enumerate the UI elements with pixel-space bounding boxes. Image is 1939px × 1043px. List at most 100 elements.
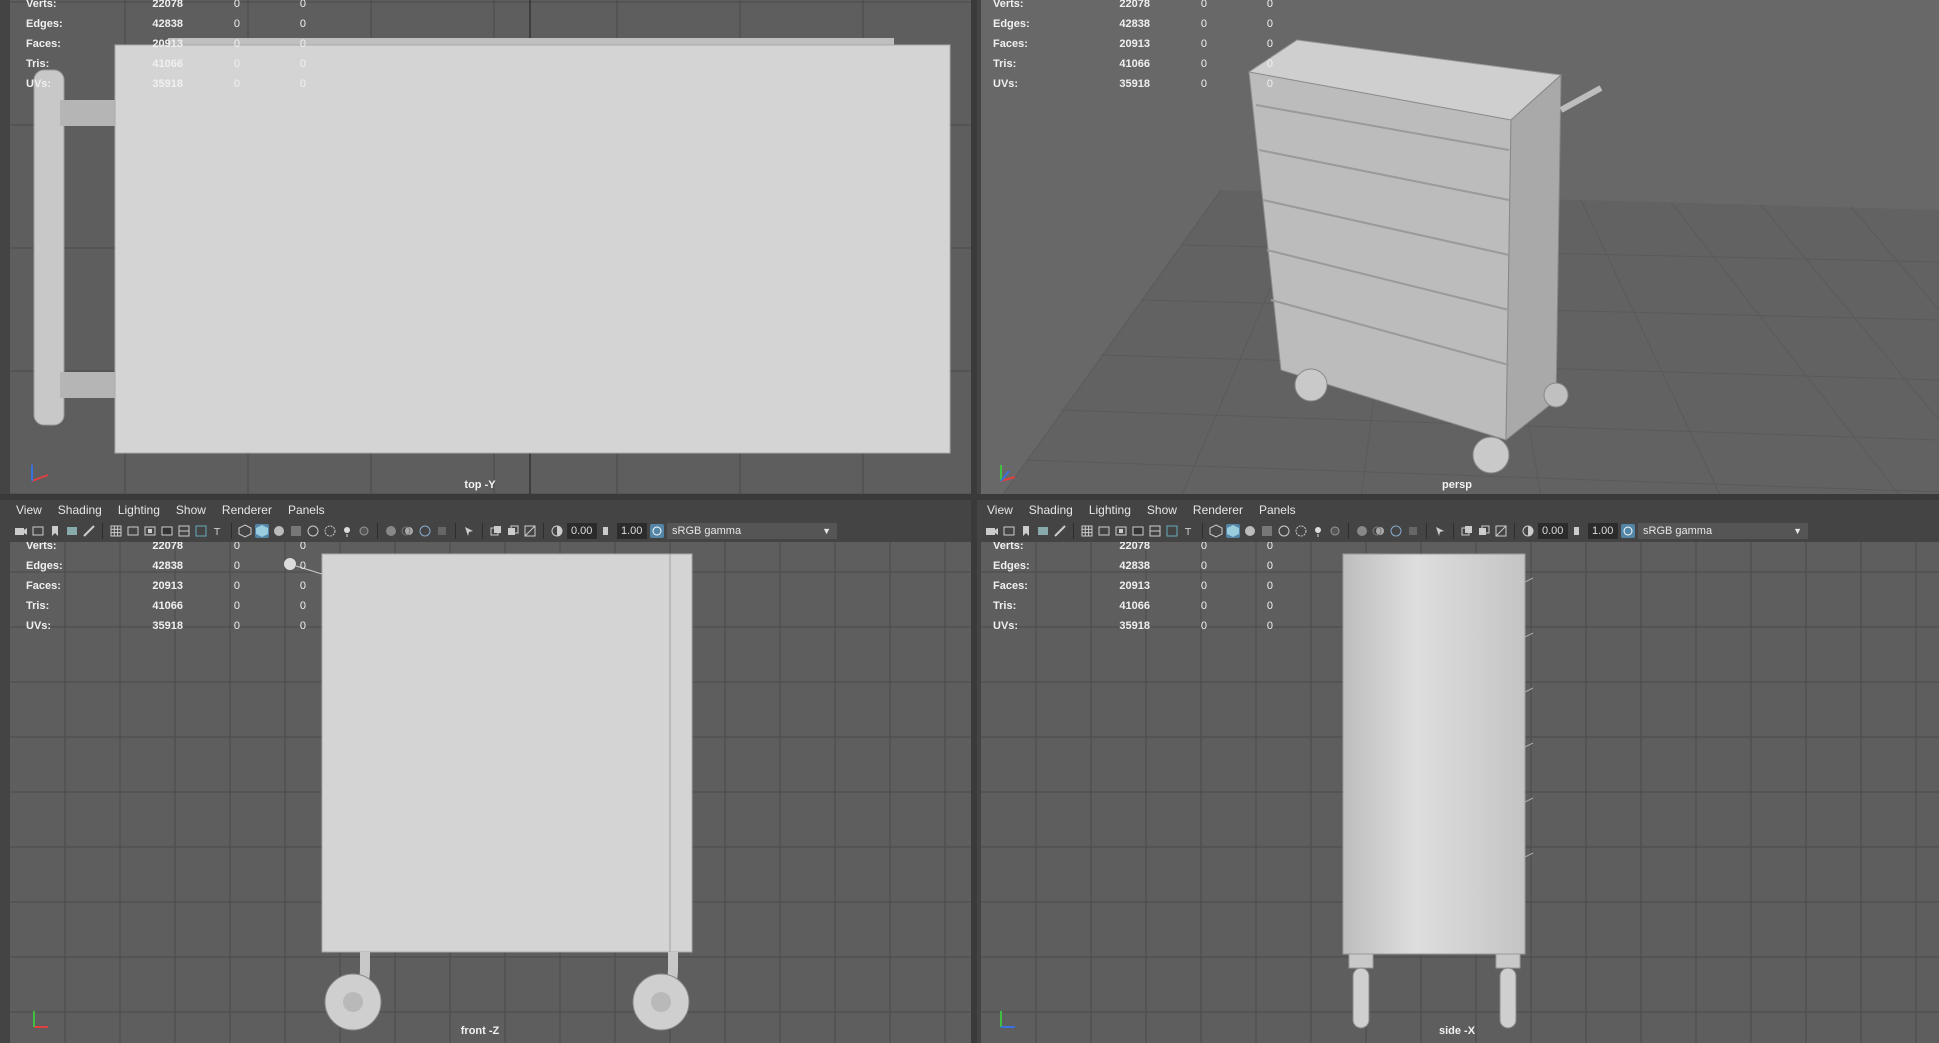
textured-icon[interactable] xyxy=(1260,524,1274,538)
isolate-select-icon[interactable] xyxy=(1433,524,1447,538)
xray-active-icon[interactable] xyxy=(506,524,520,538)
menu-shading[interactable]: Shading xyxy=(1021,503,1081,517)
menu-show[interactable]: Show xyxy=(168,503,214,517)
menu-panels[interactable]: Panels xyxy=(280,503,333,517)
isolate-select-icon[interactable] xyxy=(462,524,476,538)
hud-row: Faces: 20913 0 0 xyxy=(26,38,306,50)
depth-of-field-icon[interactable] xyxy=(1406,524,1420,538)
color-management-icon[interactable] xyxy=(650,524,664,538)
image-plane-icon[interactable] xyxy=(65,524,79,538)
motion-blur-icon[interactable] xyxy=(401,524,415,538)
menu-renderer[interactable]: Renderer xyxy=(1185,503,1251,517)
use-all-lights-icon[interactable] xyxy=(1311,524,1325,538)
xray-joints-icon[interactable] xyxy=(1460,524,1474,538)
viewport-panel-front[interactable]: View Shading Lighting Show Renderer Pane… xyxy=(0,497,975,1043)
menu-renderer[interactable]: Renderer xyxy=(214,503,280,517)
xray-joints-icon[interactable] xyxy=(489,524,503,538)
film-gate-icon[interactable] xyxy=(1097,524,1111,538)
safe-title-icon[interactable]: T xyxy=(211,524,225,538)
smooth-shade-icon[interactable] xyxy=(1226,524,1240,538)
exposure-icon[interactable] xyxy=(550,524,564,538)
wireframe-on-shaded-icon[interactable] xyxy=(323,524,337,538)
viewport-persp[interactable]: Verts: 22078 0 0 Edges: 42838 0 0 Faces: 20913 0… xyxy=(981,0,1939,497)
bookmark-icon[interactable] xyxy=(1019,524,1033,538)
svg-text:T: T xyxy=(1184,527,1192,538)
xray-icon[interactable] xyxy=(306,524,320,538)
resolution-gate-icon[interactable] xyxy=(143,524,157,538)
gate-mask-icon[interactable] xyxy=(160,524,174,538)
safe-action-icon[interactable] xyxy=(1165,524,1179,538)
camera-attributes-icon[interactable] xyxy=(1002,524,1016,538)
gamma-icon[interactable] xyxy=(600,524,614,538)
camera-icon[interactable] xyxy=(985,524,999,538)
exposure-field[interactable]: 0.00 xyxy=(567,523,597,539)
backface-culling-icon[interactable] xyxy=(523,524,537,538)
view-transform-select[interactable]: sRGB gamma ▼ xyxy=(667,523,837,539)
hud-row: Edges: 42838 0 0 xyxy=(26,18,306,30)
safe-action-icon[interactable] xyxy=(194,524,208,538)
ambient-occlusion-icon[interactable] xyxy=(1355,524,1369,538)
menu-lighting[interactable]: Lighting xyxy=(110,503,168,517)
menu-panels[interactable]: Panels xyxy=(1251,503,1304,517)
field-chart-icon[interactable] xyxy=(1148,524,1162,538)
exposure-field[interactable]: 0.00 xyxy=(1538,523,1568,539)
menu-view[interactable]: View xyxy=(981,503,1021,517)
xray-icon[interactable] xyxy=(1277,524,1291,538)
wireframe-icon[interactable] xyxy=(238,524,252,538)
shadows-icon[interactable] xyxy=(1328,524,1342,538)
gamma-icon[interactable] xyxy=(1571,524,1585,538)
toolbar-separator xyxy=(1073,523,1074,539)
toolbar-separator xyxy=(377,523,378,539)
viewport-panel-top[interactable]: Verts: 22078 0 0 Edges: 42838 0 0 Faces: 20913 0… xyxy=(0,0,975,497)
bookmark-icon[interactable] xyxy=(48,524,62,538)
grease-pencil-icon[interactable] xyxy=(1053,524,1067,538)
viewport-side[interactable]: Verts: 22078 0 0 Edges: 42838 0 0 Faces: 20913 0… xyxy=(981,542,1939,1043)
camera-icon[interactable] xyxy=(14,524,28,538)
hud-row: UVs: 35918 0 0 xyxy=(26,78,306,90)
gate-mask-icon[interactable] xyxy=(1131,524,1145,538)
toolbar-separator xyxy=(543,523,544,539)
hud-stats-side: Verts: 22078 0 0 Edges: 42838 0 0 Faces: 20913 0… xyxy=(993,542,1273,636)
view-transform-value: sRGB gamma xyxy=(1643,525,1713,537)
image-plane-icon[interactable] xyxy=(1036,524,1050,538)
film-gate-icon[interactable] xyxy=(126,524,140,538)
viewport-panel-persp[interactable]: Verts: 22078 0 0 Edges: 42838 0 0 Faces: 20913 0… xyxy=(975,0,1939,497)
menu-shading[interactable]: Shading xyxy=(50,503,110,517)
motion-blur-icon[interactable] xyxy=(1372,524,1386,538)
exposure-icon[interactable] xyxy=(1521,524,1535,538)
backface-culling-icon[interactable] xyxy=(1494,524,1508,538)
grid-toggle-icon[interactable] xyxy=(1080,524,1094,538)
gamma-field[interactable]: 1.00 xyxy=(617,523,647,539)
default-material-icon[interactable] xyxy=(1243,524,1257,538)
textured-icon[interactable] xyxy=(289,524,303,538)
xray-active-icon[interactable] xyxy=(1477,524,1491,538)
viewport-panel-side[interactable]: View Shading Lighting Show Renderer Pane… xyxy=(975,497,1939,1043)
use-all-lights-icon[interactable] xyxy=(340,524,354,538)
color-management-icon[interactable] xyxy=(1621,524,1635,538)
panel-splitter-horizontal[interactable] xyxy=(0,494,1939,500)
view-transform-select[interactable]: sRGB gamma ▼ xyxy=(1638,523,1808,539)
resolution-gate-icon[interactable] xyxy=(1114,524,1128,538)
field-chart-icon[interactable] xyxy=(177,524,191,538)
ambient-occlusion-icon[interactable] xyxy=(384,524,398,538)
viewport-front[interactable]: Verts: 22078 0 0 Edges: 42838 0 0 Faces: 20913 0… xyxy=(10,542,971,1043)
depth-of-field-icon[interactable] xyxy=(435,524,449,538)
grease-pencil-icon[interactable] xyxy=(82,524,96,538)
menu-lighting[interactable]: Lighting xyxy=(1081,503,1139,517)
hud-stats-top: Verts: 22078 0 0 Edges: 42838 0 0 Faces: 20913 0… xyxy=(26,0,306,94)
grid-toggle-icon[interactable] xyxy=(109,524,123,538)
smooth-shade-icon[interactable] xyxy=(255,524,269,538)
shadows-icon[interactable] xyxy=(357,524,371,538)
wireframe-on-shaded-icon[interactable] xyxy=(1294,524,1308,538)
anti-aliasing-icon[interactable] xyxy=(1389,524,1403,538)
camera-attributes-icon[interactable] xyxy=(31,524,45,538)
gamma-field[interactable]: 1.00 xyxy=(1588,523,1618,539)
default-material-icon[interactable] xyxy=(272,524,286,538)
viewport-top[interactable]: Verts: 22078 0 0 Edges: 42838 0 0 Faces: 20913 0… xyxy=(10,0,971,497)
safe-title-icon[interactable]: T xyxy=(1182,524,1196,538)
anti-aliasing-icon[interactable] xyxy=(418,524,432,538)
menu-show[interactable]: Show xyxy=(1139,503,1185,517)
menu-view[interactable]: View xyxy=(10,503,50,517)
panel-splitter-vertical[interactable] xyxy=(971,0,977,1043)
wireframe-icon[interactable] xyxy=(1209,524,1223,538)
